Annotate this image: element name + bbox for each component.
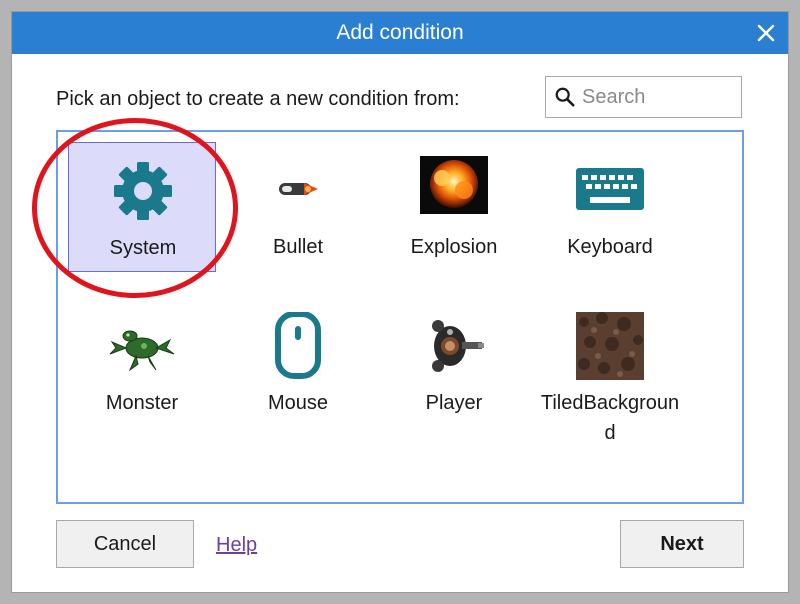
- keyboard-icon: [576, 168, 644, 210]
- gear-icon: [114, 162, 172, 220]
- object-label: Player: [425, 392, 483, 414]
- search-box[interactable]: [545, 76, 742, 118]
- object-system[interactable]: System: [68, 142, 216, 272]
- object-label: System: [109, 237, 177, 259]
- search-icon: [555, 87, 575, 107]
- monster-sprite-icon: [109, 330, 175, 372]
- object-label: TiledBackground: [540, 392, 680, 444]
- help-link[interactable]: Help: [216, 534, 257, 557]
- mouse-icon: [275, 312, 321, 379]
- object-monster[interactable]: Monster: [68, 298, 216, 428]
- dialog-title: Add condition: [336, 21, 464, 44]
- object-label: Mouse: [267, 392, 329, 414]
- explosion-sprite-icon: [420, 156, 488, 214]
- cancel-button[interactable]: Cancel: [56, 520, 194, 568]
- object-list: System Bullet Explosion Keyboard Monster…: [56, 130, 744, 504]
- close-icon[interactable]: [754, 21, 778, 45]
- object-player[interactable]: Player: [380, 298, 528, 428]
- object-label: Monster: [105, 392, 179, 414]
- bullet-sprite-icon: [279, 183, 318, 195]
- object-label: Explosion: [410, 236, 498, 258]
- object-explosion[interactable]: Explosion: [380, 142, 528, 272]
- next-button[interactable]: Next: [620, 520, 744, 568]
- object-bullet[interactable]: Bullet: [224, 142, 372, 272]
- title-bar: Add condition: [12, 12, 788, 54]
- prompt-text: Pick an object to create a new condition…: [56, 88, 460, 110]
- tiled-background-sprite-icon: [576, 312, 644, 380]
- search-input[interactable]: [582, 83, 732, 111]
- add-condition-dialog: Add condition Pick an object to create a…: [12, 12, 788, 592]
- object-keyboard[interactable]: Keyboard: [536, 142, 684, 272]
- object-label: Bullet: [272, 236, 324, 258]
- object-label: Keyboard: [567, 236, 653, 258]
- object-tiled-background[interactable]: TiledBackground: [536, 298, 684, 448]
- object-mouse[interactable]: Mouse: [224, 298, 372, 428]
- player-sprite-icon: [432, 320, 484, 372]
